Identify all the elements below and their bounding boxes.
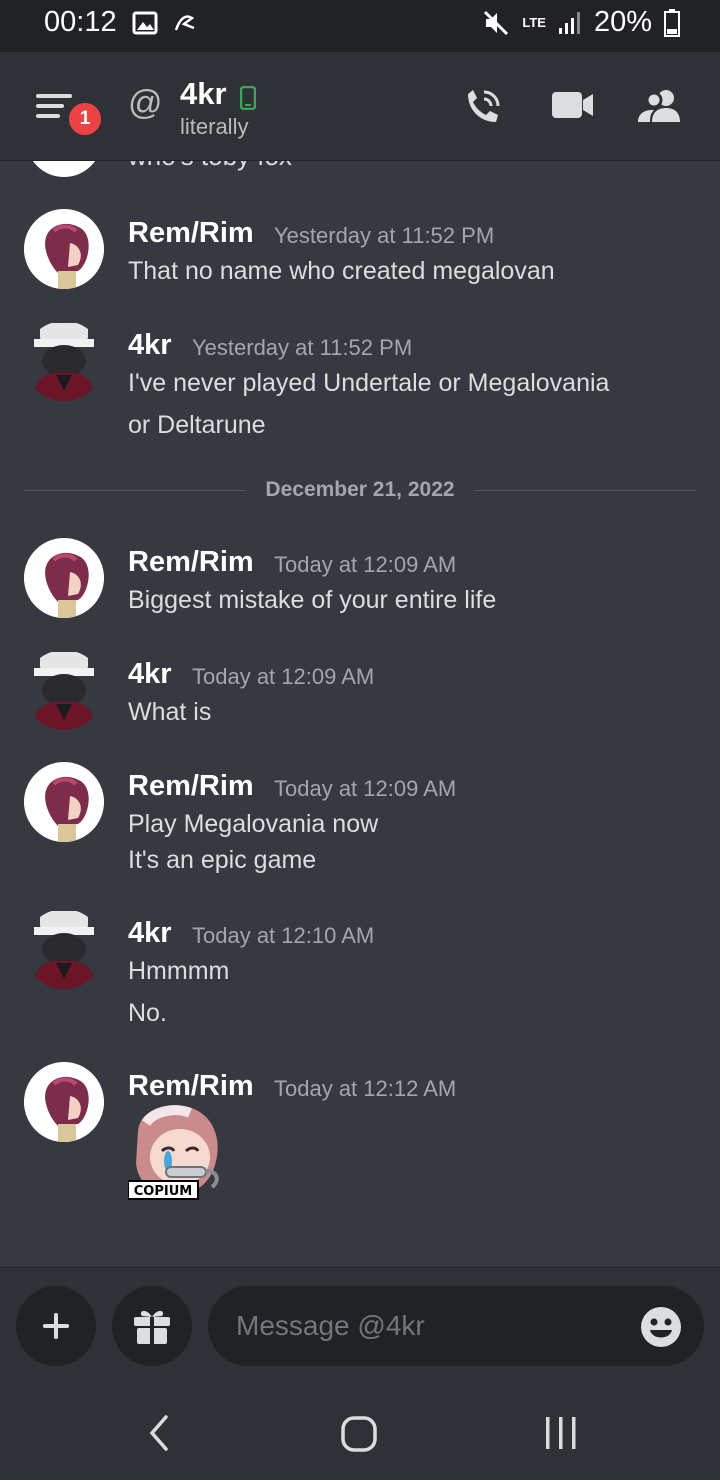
message-text: I've never played Undertale or Megalovan… bbox=[128, 369, 610, 397]
message-author[interactable]: 4kr bbox=[128, 917, 172, 950]
date-divider-label: December 21, 2022 bbox=[246, 478, 474, 502]
mute-icon bbox=[484, 10, 509, 35]
battery-icon bbox=[664, 8, 680, 37]
message-input-placeholder: Message @4kr bbox=[236, 1310, 425, 1341]
message-author[interactable]: Rem/Rim bbox=[128, 770, 254, 803]
battery-percent: 20% bbox=[593, 6, 652, 38]
sticker-label: COPIUM bbox=[134, 1184, 192, 1199]
message-timestamp: Yesterday at 11:52 PM bbox=[192, 335, 413, 360]
message-list[interactable]: who's toby fox Rem/Rim Yesterday at 11:5… bbox=[0, 161, 720, 1267]
message-author[interactable]: Rem/Rim bbox=[128, 217, 254, 250]
notification-badge: 1 bbox=[66, 100, 104, 138]
status-bar: 00:12 LTE 20% bbox=[0, 0, 720, 52]
message-text: or Deltarune bbox=[128, 411, 266, 439]
message-text: That no name who created megalovan bbox=[128, 257, 555, 285]
avatar[interactable] bbox=[24, 650, 104, 730]
status-right-group: LTE 20% bbox=[482, 6, 680, 39]
avatar[interactable] bbox=[24, 538, 104, 618]
video-call-icon[interactable] bbox=[552, 90, 594, 120]
dm-header: 1 @ 4kr literally bbox=[0, 52, 720, 161]
emoji-icon[interactable] bbox=[640, 1306, 682, 1348]
message-author[interactable]: 4kr bbox=[128, 329, 172, 362]
message-timestamp: Today at 12:09 AM bbox=[274, 552, 457, 577]
message-author[interactable]: Rem/Rim bbox=[128, 1070, 254, 1103]
gift-button[interactable] bbox=[112, 1286, 192, 1366]
message-input[interactable]: Message @4kr bbox=[208, 1286, 704, 1366]
avatar[interactable] bbox=[24, 209, 104, 289]
home-icon[interactable] bbox=[340, 1415, 378, 1453]
dm-user-status: literally bbox=[180, 114, 249, 139]
members-icon[interactable] bbox=[638, 88, 682, 124]
recent-apps-icon[interactable] bbox=[544, 1415, 578, 1451]
message-timestamp: Yesterday at 11:52 PM bbox=[274, 223, 495, 248]
voice-call-icon[interactable] bbox=[462, 88, 504, 128]
message-text: It's an epic game bbox=[128, 846, 317, 874]
dm-user-name[interactable]: 4kr bbox=[180, 76, 227, 112]
back-icon[interactable] bbox=[146, 1413, 170, 1453]
gift-icon bbox=[134, 1310, 170, 1344]
message-timestamp: Today at 12:10 AM bbox=[192, 923, 375, 948]
message-text: Play Megalovania now bbox=[128, 810, 379, 838]
swiftkey-icon bbox=[174, 15, 195, 31]
mobile-online-icon bbox=[240, 86, 256, 110]
avatar[interactable] bbox=[24, 909, 104, 989]
message-text: No. bbox=[128, 999, 167, 1027]
message-author[interactable]: 4kr bbox=[128, 658, 172, 691]
avatar[interactable] bbox=[24, 1062, 104, 1142]
gallery-icon bbox=[132, 11, 158, 35]
status-notification-icons bbox=[132, 10, 198, 36]
message-timestamp: Today at 12:09 AM bbox=[192, 664, 375, 689]
avatar[interactable] bbox=[24, 321, 104, 401]
at-icon: @ bbox=[128, 84, 163, 122]
copium-sticker[interactable]: COPIUM bbox=[127, 1101, 224, 1201]
message-text: Biggest mistake of your entire life bbox=[128, 586, 497, 614]
status-time: 00:12 bbox=[44, 6, 117, 38]
message-text: Hmmmm bbox=[128, 957, 230, 985]
message-timestamp: Today at 12:09 AM bbox=[274, 776, 457, 801]
network-type: LTE bbox=[522, 14, 546, 30]
system-nav-bar bbox=[0, 1385, 720, 1480]
add-attachment-button[interactable] bbox=[16, 1286, 96, 1366]
message-text: who's toby fox bbox=[128, 161, 292, 172]
plus-icon bbox=[43, 1313, 69, 1339]
avatar[interactable] bbox=[26, 161, 102, 177]
message-composer: Message @4kr bbox=[0, 1267, 720, 1386]
signal-icon bbox=[558, 11, 580, 34]
message-text: What is bbox=[128, 698, 212, 726]
avatar[interactable] bbox=[24, 762, 104, 842]
message-timestamp: Today at 12:12 AM bbox=[274, 1076, 457, 1101]
message-author[interactable]: Rem/Rim bbox=[128, 546, 254, 579]
